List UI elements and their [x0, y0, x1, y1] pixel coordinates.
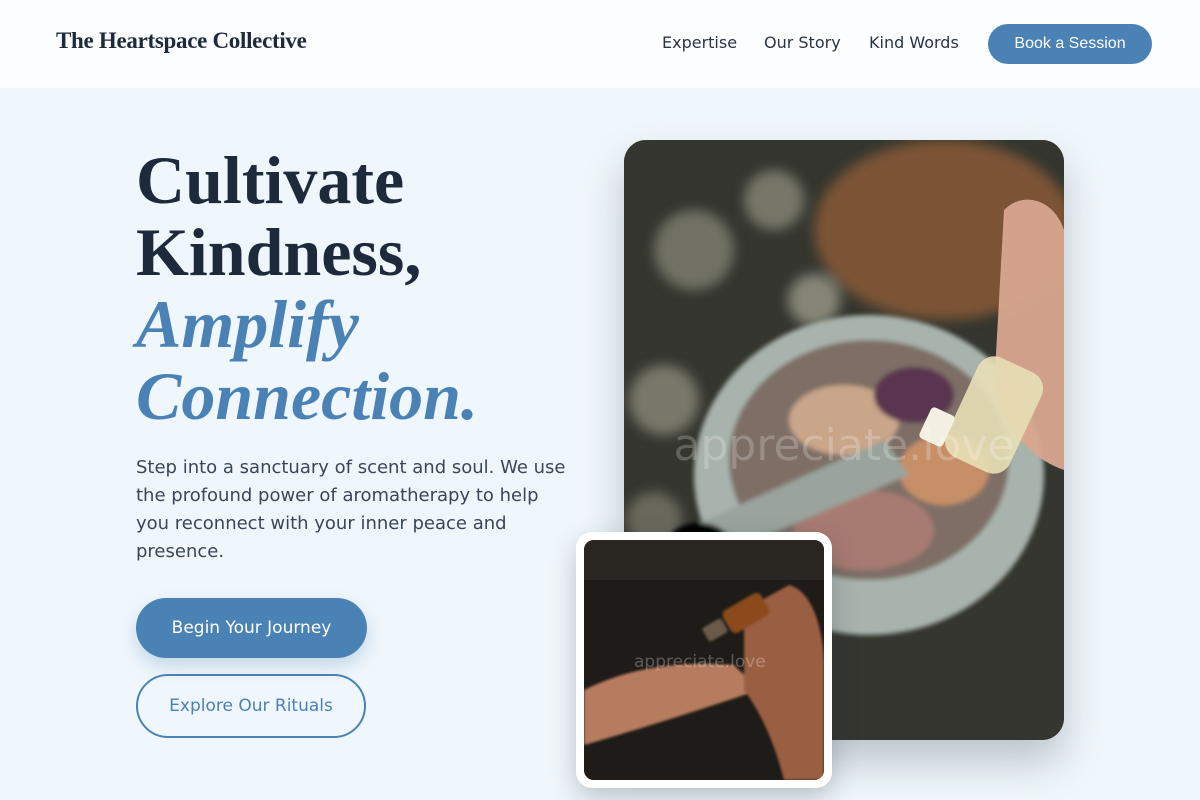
hero-headline: Cultivate Kindness, Amplify Connection.	[136, 144, 478, 432]
oil-dropper-photo-card: appreciate.love	[576, 532, 832, 788]
headline-line-4: Connection.	[136, 358, 478, 434]
nav-link-kind-words[interactable]: Kind Words	[869, 33, 959, 52]
watermark-text: appreciate.love	[674, 420, 1015, 471]
headline-line-1: Cultivate	[136, 142, 405, 218]
headline-line-2: Kindness,	[136, 214, 422, 290]
oil-dropper-image: appreciate.love	[584, 540, 824, 780]
site-header: The Heartspace Collective Expertise Our …	[0, 0, 1200, 88]
begin-journey-button[interactable]: Begin Your Journey	[136, 598, 367, 658]
explore-rituals-button[interactable]: Explore Our Rituals	[136, 674, 366, 738]
brand-logo[interactable]: The Heartspace Collective	[56, 28, 307, 54]
watermark-small: appreciate.love	[634, 652, 766, 672]
nav-link-expertise[interactable]: Expertise	[662, 33, 737, 52]
hero-description: Step into a sanctuary of scent and soul.…	[136, 457, 566, 562]
headline-line-3: Amplify	[136, 286, 359, 362]
book-session-button[interactable]: Book a Session	[988, 24, 1152, 64]
nav-link-our-story[interactable]: Our Story	[764, 33, 841, 52]
